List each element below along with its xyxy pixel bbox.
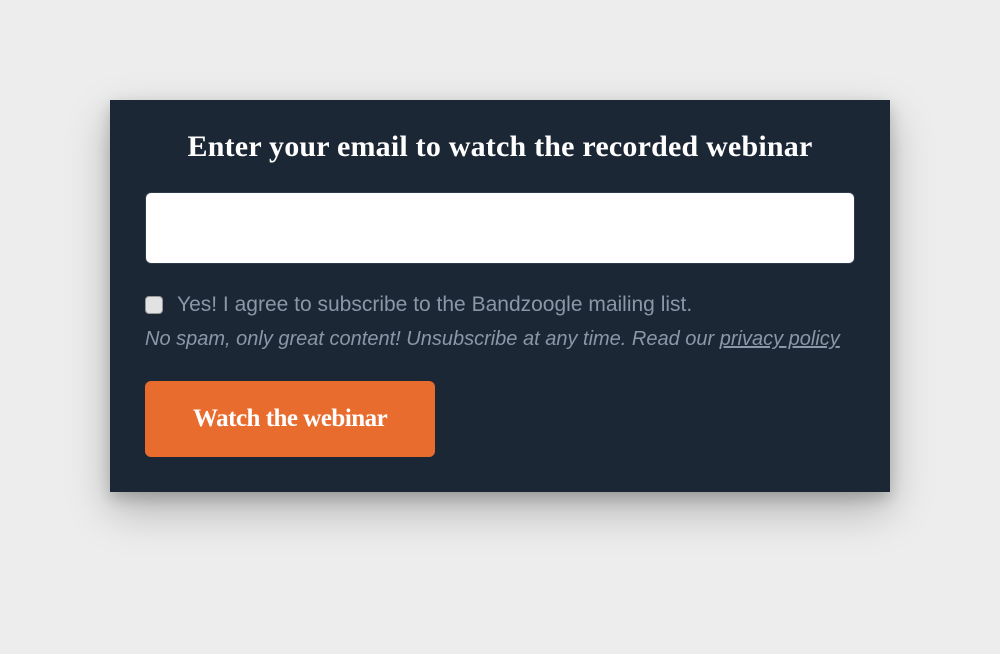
consent-label: Yes! I agree to subscribe to the Bandzoo… (177, 290, 692, 319)
watch-webinar-button[interactable]: Watch the webinar (145, 381, 435, 457)
consent-row: Yes! I agree to subscribe to the Bandzoo… (145, 290, 855, 319)
form-heading: Enter your email to watch the recorded w… (145, 130, 855, 164)
webinar-signup-card: Enter your email to watch the recorded w… (110, 100, 890, 492)
subtext-prefix: No spam, only great content! Unsubscribe… (145, 328, 720, 350)
privacy-policy-link[interactable]: privacy policy (720, 328, 840, 350)
email-field[interactable] (145, 192, 855, 264)
consent-checkbox[interactable] (145, 296, 163, 314)
consent-subtext: No spam, only great content! Unsubscribe… (145, 325, 855, 353)
